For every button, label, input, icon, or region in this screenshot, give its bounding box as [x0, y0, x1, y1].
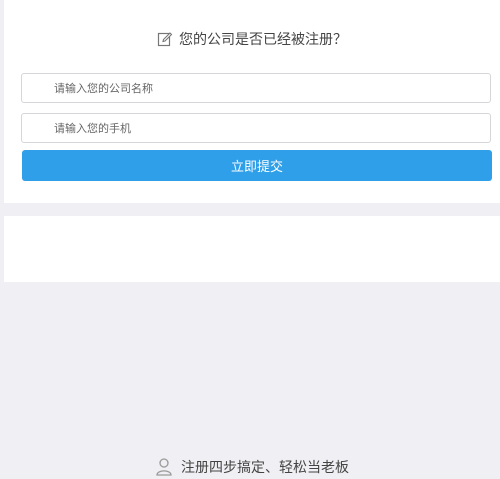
submit-button[interactable]: 立即提交: [22, 150, 492, 181]
edit-icon: [157, 32, 173, 47]
form-header: 您的公司是否已经被注册？: [4, 28, 500, 50]
phone-input[interactable]: [22, 114, 490, 142]
form-title: 您的公司是否已经被注册？: [179, 32, 347, 48]
company-name-field[interactable]: [21, 73, 491, 103]
promo-text: 注册四步搞定、轻松当老板: [181, 460, 349, 476]
registration-check-card: 您的公司是否已经被注册？ 立即提交: [4, 0, 500, 203]
company-name-input[interactable]: [22, 74, 490, 102]
user-icon: [156, 458, 172, 476]
phone-field[interactable]: [21, 113, 491, 143]
promo-card: 注册四步搞定、轻松当老板: [4, 216, 500, 476]
promo-row: 注册四步搞定、轻松当老板: [4, 455, 500, 479]
